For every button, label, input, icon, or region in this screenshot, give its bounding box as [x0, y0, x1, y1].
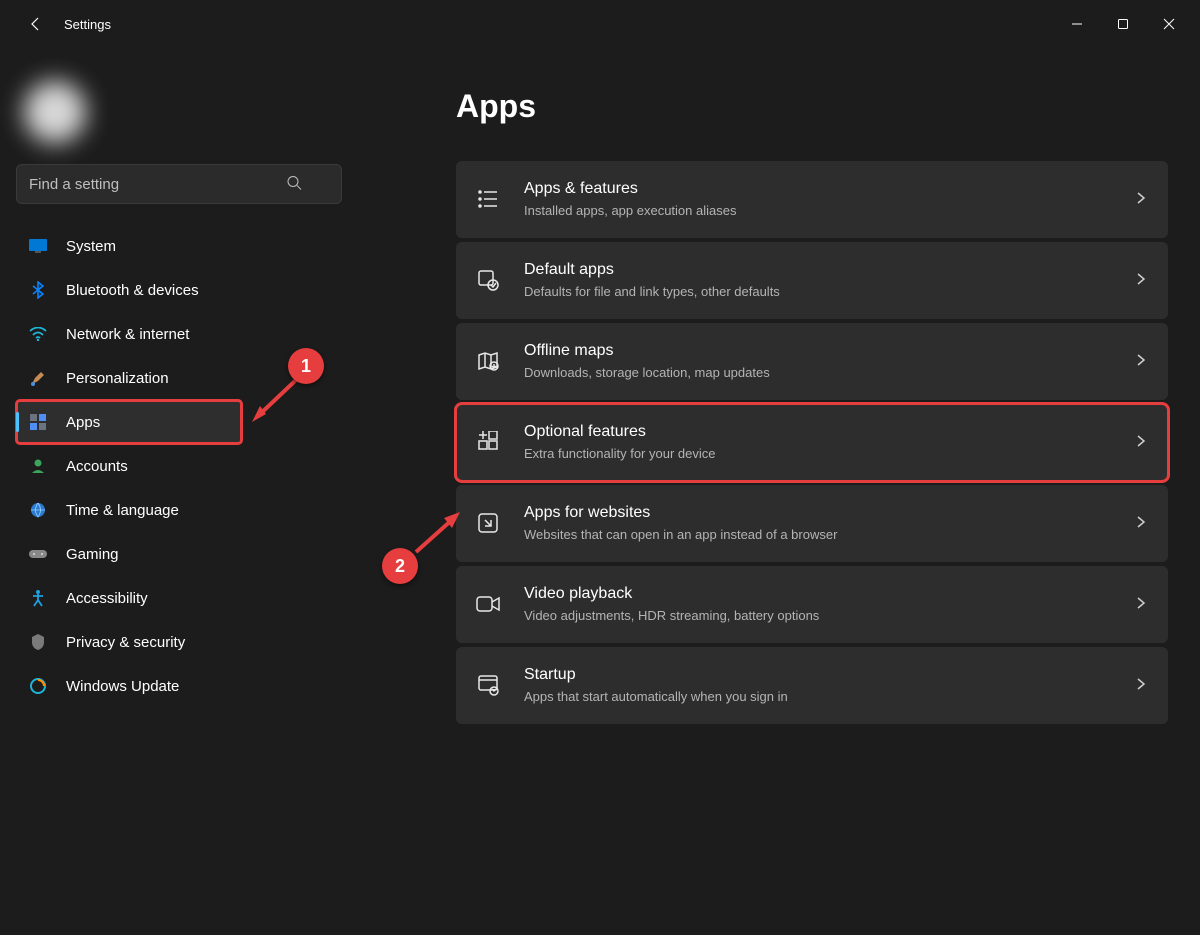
card-title: Video playback [524, 584, 1134, 605]
display-icon [28, 236, 48, 256]
search-input[interactable] [16, 164, 342, 204]
search-box[interactable] [16, 164, 344, 204]
sidebar-item-bluetooth[interactable]: Bluetooth & devices [16, 268, 344, 312]
sidebar-item-label: Network & internet [66, 326, 189, 343]
sidebar-item-time-language[interactable]: Time & language [16, 488, 344, 532]
sidebar-item-label: Apps [66, 414, 100, 431]
card-apps-for-websites[interactable]: Apps for websites Websites that can open… [456, 485, 1168, 562]
sidebar-item-label: Time & language [66, 502, 179, 519]
card-title: Apps & features [524, 179, 1134, 200]
card-offline-maps[interactable]: Offline maps Downloads, storage location… [456, 323, 1168, 400]
back-button[interactable] [16, 4, 56, 44]
sidebar: System Bluetooth & devices Network & int… [0, 48, 360, 935]
person-icon [28, 456, 48, 476]
card-apps-features[interactable]: Apps & features Installed apps, app exec… [456, 161, 1168, 238]
close-button[interactable] [1146, 4, 1192, 44]
card-title: Startup [524, 665, 1134, 686]
sidebar-item-label: Windows Update [66, 678, 179, 695]
list-icon [476, 187, 500, 211]
sidebar-item-network[interactable]: Network & internet [16, 312, 344, 356]
minimize-button[interactable] [1054, 4, 1100, 44]
sidebar-item-windows-update[interactable]: Windows Update [16, 664, 344, 708]
nav-list: System Bluetooth & devices Network & int… [16, 224, 344, 708]
maximize-button[interactable] [1100, 4, 1146, 44]
card-title: Default apps [524, 260, 1134, 281]
window-controls [1054, 4, 1192, 44]
sidebar-item-gaming[interactable]: Gaming [16, 532, 344, 576]
card-desc: Video adjustments, HDR streaming, batter… [524, 607, 1134, 625]
card-default-apps[interactable]: Default apps Defaults for file and link … [456, 242, 1168, 319]
card-desc: Downloads, storage location, map updates [524, 364, 1134, 382]
chevron-right-icon [1134, 515, 1148, 532]
chevron-right-icon [1134, 677, 1148, 694]
card-optional-features[interactable]: Optional features Extra functionality fo… [456, 404, 1168, 481]
sidebar-item-label: Privacy & security [66, 634, 185, 651]
globe-clock-icon [28, 500, 48, 520]
chevron-right-icon [1134, 272, 1148, 289]
card-desc: Installed apps, app execution aliases [524, 202, 1134, 220]
annotation-arrow-1 [246, 376, 306, 429]
card-list: Apps & features Installed apps, app exec… [456, 161, 1168, 724]
website-app-icon [476, 511, 500, 535]
gamepad-icon [28, 544, 48, 564]
map-icon [476, 349, 500, 373]
sidebar-item-privacy-security[interactable]: Privacy & security [16, 620, 344, 664]
feature-plus-icon [476, 430, 500, 454]
sidebar-item-label: System [66, 238, 116, 255]
sidebar-item-system[interactable]: System [16, 224, 344, 268]
apps-icon [28, 412, 48, 432]
annotation-callout-2: 2 [382, 548, 418, 584]
chevron-right-icon [1134, 191, 1148, 208]
update-icon [28, 676, 48, 696]
user-profile[interactable] [16, 64, 344, 160]
chevron-right-icon [1134, 434, 1148, 451]
annotation-callout-1: 1 [288, 348, 324, 384]
startup-icon [476, 673, 500, 697]
annotation-arrow-2 [410, 508, 470, 561]
card-desc: Websites that can open in an app instead… [524, 526, 1134, 544]
video-icon [476, 592, 500, 616]
title-bar: Settings [0, 0, 1200, 48]
bluetooth-icon [28, 280, 48, 300]
chevron-right-icon [1134, 353, 1148, 370]
content-area: Apps Apps & features Installed apps, app… [360, 48, 1200, 935]
card-title: Apps for websites [524, 503, 1134, 524]
page-title: Apps [456, 88, 1168, 125]
card-title: Optional features [524, 422, 1134, 443]
sidebar-item-label: Accounts [66, 458, 128, 475]
accessibility-icon [28, 588, 48, 608]
sidebar-item-label: Bluetooth & devices [66, 282, 199, 299]
sidebar-item-accessibility[interactable]: Accessibility [16, 576, 344, 620]
card-video-playback[interactable]: Video playback Video adjustments, HDR st… [456, 566, 1168, 643]
card-desc: Apps that start automatically when you s… [524, 688, 1134, 706]
card-startup[interactable]: Startup Apps that start automatically wh… [456, 647, 1168, 724]
sidebar-item-label: Gaming [66, 546, 119, 563]
card-desc: Extra functionality for your device [524, 445, 1134, 463]
default-app-icon [476, 268, 500, 292]
brush-icon [28, 368, 48, 388]
app-title: Settings [64, 17, 111, 32]
wifi-icon [28, 324, 48, 344]
sidebar-item-apps[interactable]: Apps [16, 400, 242, 444]
shield-icon [28, 632, 48, 652]
card-title: Offline maps [524, 341, 1134, 362]
card-desc: Defaults for file and link types, other … [524, 283, 1134, 301]
sidebar-item-accounts[interactable]: Accounts [16, 444, 344, 488]
sidebar-item-label: Personalization [66, 370, 169, 387]
chevron-right-icon [1134, 596, 1148, 613]
sidebar-item-label: Accessibility [66, 590, 148, 607]
avatar [24, 81, 86, 143]
